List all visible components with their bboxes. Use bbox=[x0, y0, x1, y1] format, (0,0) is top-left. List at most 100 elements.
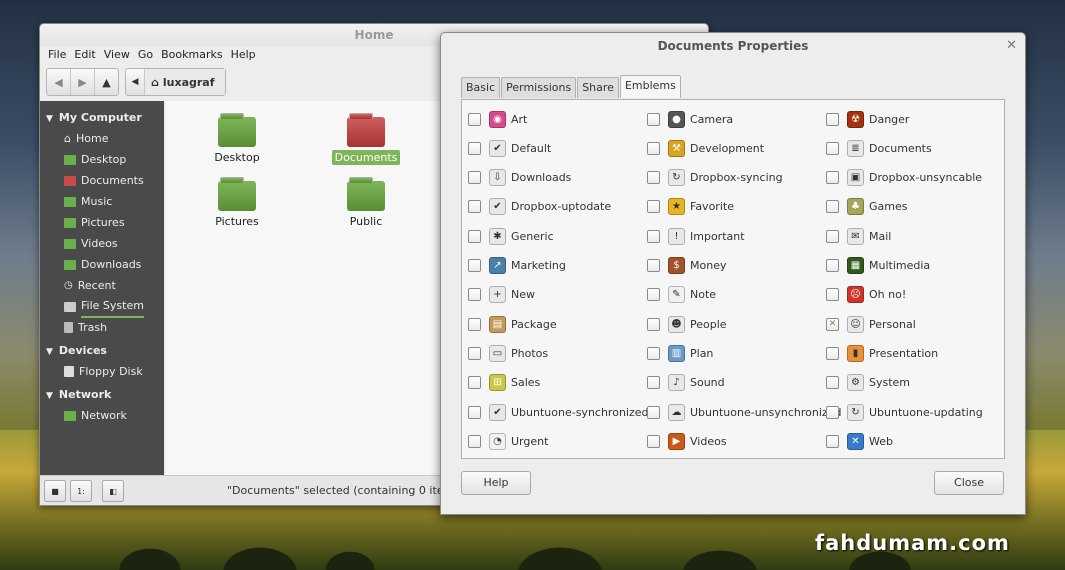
emblem-checkbox[interactable] bbox=[468, 259, 481, 272]
emblem-dropbox-uptodate[interactable]: ✔ Dropbox-uptodate bbox=[468, 196, 611, 218]
emblem-people[interactable]: ☻ People bbox=[647, 313, 727, 335]
emblem-system[interactable]: ⚙ System bbox=[826, 372, 910, 394]
tab-basic[interactable]: Basic bbox=[461, 77, 501, 98]
emblem-checkbox[interactable] bbox=[468, 405, 481, 419]
file-item-desktop[interactable]: Desktop bbox=[202, 113, 272, 165]
emblem-checkbox[interactable]: ✕ bbox=[826, 317, 839, 331]
emblem-checkbox[interactable] bbox=[826, 259, 839, 272]
emblem-checkbox[interactable] bbox=[826, 288, 839, 302]
sidebar-item-downloads[interactable]: Downloads bbox=[40, 254, 164, 275]
emblem-checkbox[interactable] bbox=[647, 405, 660, 419]
emblem-checkbox[interactable] bbox=[826, 141, 839, 155]
show-places-button[interactable]: ■ bbox=[44, 480, 66, 502]
emblem-checkbox[interactable] bbox=[826, 434, 839, 448]
menu-view[interactable]: View bbox=[100, 46, 134, 64]
emblem-money[interactable]: $ Money bbox=[647, 255, 726, 277]
menu-go[interactable]: Go bbox=[134, 46, 157, 64]
emblem-plan[interactable]: ▥ Plan bbox=[647, 342, 713, 364]
sidebar-item-music[interactable]: Music bbox=[40, 191, 164, 212]
emblem-sales[interactable]: ⊞ Sales bbox=[468, 372, 540, 394]
emblem-camera[interactable]: ● Camera bbox=[647, 108, 733, 130]
emblem-checkbox[interactable] bbox=[647, 229, 660, 243]
emblem-presentation[interactable]: ▮ Presentation bbox=[826, 342, 938, 364]
emblem-checkbox[interactable] bbox=[647, 112, 660, 126]
sidebar-item-trash[interactable]: Trash bbox=[40, 317, 164, 338]
emblem-documents[interactable]: ≣ Documents bbox=[826, 137, 932, 159]
emblem-web[interactable]: ✕ Web bbox=[826, 430, 893, 452]
emblem-checkbox[interactable] bbox=[647, 288, 660, 302]
emblem-checkbox[interactable] bbox=[647, 171, 660, 185]
emblem-art[interactable]: ◉ Art bbox=[468, 108, 527, 130]
emblem-important[interactable]: ! Important bbox=[647, 225, 745, 247]
emblem-checkbox[interactable] bbox=[468, 376, 481, 390]
close-icon[interactable]: ✕ bbox=[1006, 33, 1017, 59]
emblem-checkbox[interactable] bbox=[826, 171, 839, 185]
tab-share[interactable]: Share bbox=[577, 77, 619, 98]
emblem-oh-no[interactable]: ☹ Oh no! bbox=[826, 284, 906, 306]
menu-bookmarks[interactable]: Bookmarks bbox=[157, 46, 226, 64]
emblem-checkbox[interactable] bbox=[468, 171, 481, 185]
toggle-sidebar-button[interactable]: ◧ bbox=[102, 480, 124, 502]
emblem-generic[interactable]: ✱ Generic bbox=[468, 225, 554, 247]
forward-button[interactable]: ▶ bbox=[71, 69, 95, 95]
emblem-checkbox[interactable] bbox=[647, 434, 660, 448]
emblem-checkbox[interactable] bbox=[826, 376, 839, 390]
emblem-package[interactable]: ▤ Package bbox=[468, 313, 557, 335]
menu-help[interactable]: Help bbox=[227, 46, 260, 64]
emblem-danger[interactable]: ☢ Danger bbox=[826, 108, 909, 130]
emblem-checkbox[interactable] bbox=[826, 112, 839, 126]
emblem-checkbox[interactable] bbox=[468, 288, 481, 302]
menu-file[interactable]: File bbox=[44, 46, 70, 64]
emblem-checkbox[interactable] bbox=[468, 317, 481, 331]
sidebar-item-documents[interactable]: Documents bbox=[40, 170, 164, 191]
emblem-downloads[interactable]: ⇩ Downloads bbox=[468, 167, 571, 189]
up-button[interactable]: ▲ bbox=[95, 69, 118, 95]
emblem-checkbox[interactable] bbox=[468, 346, 481, 360]
emblem-personal[interactable]: ✕ ☺ Personal bbox=[826, 313, 916, 335]
sidebar-item-pictures[interactable]: Pictures bbox=[40, 212, 164, 233]
emblem-checkbox[interactable] bbox=[826, 200, 839, 214]
emblem-checkbox[interactable] bbox=[826, 405, 839, 419]
sidebar-section-devices[interactable]: ▼ Devices bbox=[40, 340, 164, 361]
emblem-checkbox[interactable] bbox=[468, 112, 481, 126]
back-button[interactable]: ◀ bbox=[47, 69, 71, 95]
emblem-favorite[interactable]: ★ Favorite bbox=[647, 196, 734, 218]
sidebar-item-network[interactable]: Network bbox=[40, 405, 164, 426]
show-tree-button[interactable]: 1: bbox=[70, 480, 92, 502]
emblem-checkbox[interactable] bbox=[647, 376, 660, 390]
emblem-dropbox-unsyncable[interactable]: ▣ Dropbox-unsyncable bbox=[826, 167, 982, 189]
help-button[interactable]: Help bbox=[461, 471, 531, 495]
emblem-checkbox[interactable] bbox=[647, 317, 660, 331]
emblem-marketing[interactable]: ↗ Marketing bbox=[468, 255, 566, 277]
emblem-ubuntuone-unsynchronized[interactable]: ☁ Ubuntuone-unsynchronized bbox=[647, 401, 841, 423]
emblem-checkbox[interactable] bbox=[468, 141, 481, 155]
breadcrumb-left-button[interactable]: ◀ bbox=[126, 69, 145, 95]
emblem-ubuntuone-synchronized[interactable]: ✔ Ubuntuone-synchronized bbox=[468, 401, 649, 423]
menu-edit[interactable]: Edit bbox=[70, 46, 99, 64]
emblem-sound[interactable]: ♪ Sound bbox=[647, 372, 725, 394]
emblem-ubuntuone-updating[interactable]: ↻ Ubuntuone-updating bbox=[826, 401, 983, 423]
emblem-checkbox[interactable] bbox=[647, 200, 660, 214]
emblem-new[interactable]: + New bbox=[468, 284, 535, 306]
tab-emblems[interactable]: Emblems bbox=[619, 75, 681, 98]
emblem-games[interactable]: ♣ Games bbox=[826, 196, 907, 218]
sidebar-item-file-system[interactable]: File System bbox=[40, 296, 164, 318]
emblem-videos[interactable]: ▶ Videos bbox=[647, 430, 727, 452]
emblem-checkbox[interactable] bbox=[468, 434, 481, 448]
emblem-multimedia[interactable]: ▦ Multimedia bbox=[826, 255, 930, 277]
breadcrumb-home[interactable]: ⌂ luxagraf bbox=[145, 69, 225, 95]
file-item-pictures[interactable]: Pictures bbox=[202, 177, 272, 229]
emblem-photos[interactable]: ▭ Photos bbox=[468, 342, 548, 364]
file-item-documents[interactable]: Documents bbox=[331, 113, 401, 165]
emblem-checkbox[interactable] bbox=[468, 200, 481, 214]
emblem-checkbox[interactable] bbox=[647, 141, 660, 155]
emblem-checkbox[interactable] bbox=[647, 259, 660, 272]
close-button[interactable]: Close bbox=[934, 471, 1004, 495]
sidebar-item-recent[interactable]: ◷ Recent bbox=[40, 275, 164, 296]
sidebar-item-desktop[interactable]: Desktop bbox=[40, 149, 164, 170]
tab-permissions[interactable]: Permissions bbox=[501, 77, 577, 98]
emblem-urgent[interactable]: ◔ Urgent bbox=[468, 430, 548, 452]
emblem-development[interactable]: ⚒ Development bbox=[647, 137, 764, 159]
emblem-checkbox[interactable] bbox=[647, 346, 660, 360]
emblem-checkbox[interactable] bbox=[826, 229, 839, 243]
